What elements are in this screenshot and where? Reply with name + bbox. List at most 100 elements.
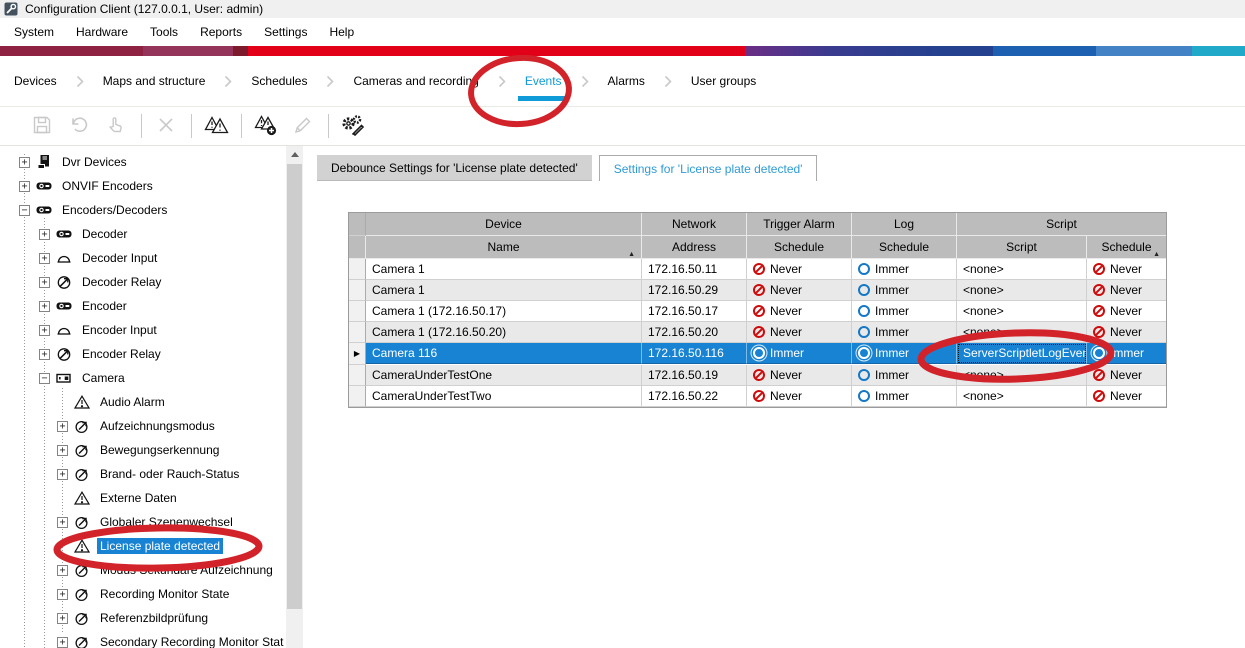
column-header-script-4[interactable]: Script bbox=[957, 236, 1087, 259]
tree-item-modus-sekund-re-aufzeichnung[interactable]: +Modus Sekundäre Aufzeichnung bbox=[0, 558, 285, 582]
cell-script-schedule[interactable]: Never bbox=[1087, 365, 1166, 386]
add-compound-event-button[interactable] bbox=[252, 112, 280, 140]
tree-item-camera[interactable]: −Camera bbox=[0, 366, 285, 390]
tree-item-decoder-relay[interactable]: +Decoder Relay bbox=[0, 270, 285, 294]
tree-item-brand-oder-rauch-status[interactable]: +Brand- oder Rauch-Status bbox=[0, 462, 285, 486]
cell-script-schedule[interactable]: Never bbox=[1087, 280, 1166, 301]
cell-script-schedule[interactable]: Never bbox=[1087, 259, 1166, 280]
column-header-name-0[interactable]: Name▲ bbox=[366, 236, 642, 259]
cell-trigger-alarm-schedule[interactable]: Never bbox=[747, 322, 852, 343]
expand-plus-icon[interactable]: + bbox=[39, 229, 50, 240]
tree-item-secondary-recording-monitor-stat[interactable]: +Secondary Recording Monitor Stat bbox=[0, 630, 285, 648]
cell-name[interactable]: Camera 116 bbox=[366, 343, 642, 364]
table-row-camera-116[interactable]: ▶Camera 116172.16.50.116ImmerImmerServer… bbox=[349, 343, 1166, 365]
tree-item-encoder-input[interactable]: +Encoder Input bbox=[0, 318, 285, 342]
cell-trigger-alarm-schedule[interactable]: Immer bbox=[747, 343, 852, 364]
cell-script[interactable]: ServerScriptletLogEvent bbox=[957, 343, 1087, 364]
edit-button[interactable] bbox=[289, 112, 317, 140]
cell-log-schedule[interactable]: Immer bbox=[852, 301, 957, 322]
table-row-camera-1-172-16-50-17[interactable]: Camera 1 (172.16.50.17)172.16.50.17Never… bbox=[349, 301, 1166, 322]
cell-trigger-alarm-schedule[interactable]: Never bbox=[747, 301, 852, 322]
menu-system[interactable]: System bbox=[3, 20, 65, 44]
menu-settings[interactable]: Settings bbox=[253, 20, 318, 44]
page-tab-maps-and-structure[interactable]: Maps and structure bbox=[103, 74, 206, 88]
row-selector[interactable] bbox=[349, 280, 366, 301]
expand-plus-icon[interactable]: + bbox=[57, 589, 68, 600]
expand-plus-icon[interactable]: + bbox=[57, 421, 68, 432]
delete-button[interactable] bbox=[152, 112, 180, 140]
table-row-camera-1-172-16-50-20[interactable]: Camera 1 (172.16.50.20)172.16.50.20Never… bbox=[349, 322, 1166, 343]
cell-name[interactable]: CameraUnderTestTwo bbox=[366, 386, 642, 407]
menu-hardware[interactable]: Hardware bbox=[65, 20, 139, 44]
cell-script-schedule[interactable]: Never bbox=[1087, 386, 1166, 407]
tree-item-encoders-decoders[interactable]: −Encoders/Decoders bbox=[0, 198, 285, 222]
cell-script-schedule[interactable]: Never bbox=[1087, 301, 1166, 322]
cell-trigger-alarm-schedule[interactable]: Never bbox=[747, 386, 852, 407]
expand-plus-icon[interactable]: + bbox=[39, 301, 50, 312]
cell-trigger-alarm-schedule[interactable]: Never bbox=[747, 365, 852, 386]
cell-name[interactable]: Camera 1 bbox=[366, 259, 642, 280]
expand-plus-icon[interactable]: + bbox=[19, 157, 30, 168]
cell-log-schedule[interactable]: Immer bbox=[852, 365, 957, 386]
tree-item-globaler-szenenwechsel[interactable]: +Globaler Szenenwechsel bbox=[0, 510, 285, 534]
page-tab-alarms[interactable]: Alarms bbox=[608, 74, 645, 88]
menu-reports[interactable]: Reports bbox=[189, 20, 253, 44]
compound-event-button[interactable] bbox=[202, 112, 230, 140]
cell-name[interactable]: Camera 1 (172.16.50.20) bbox=[366, 322, 642, 343]
tree-item-dvr-devices[interactable]: +Dvr Devices bbox=[0, 150, 285, 174]
hand-button[interactable] bbox=[102, 112, 130, 140]
cell-log-schedule[interactable]: Immer bbox=[852, 280, 957, 301]
cell-script[interactable]: <none> bbox=[957, 280, 1087, 301]
tree-item-recording-monitor-state[interactable]: +Recording Monitor State bbox=[0, 582, 285, 606]
cell-address[interactable]: 172.16.50.11 bbox=[642, 259, 747, 280]
page-tab-devices[interactable]: Devices bbox=[14, 74, 57, 88]
row-selector[interactable] bbox=[349, 365, 366, 386]
expand-plus-icon[interactable]: + bbox=[57, 565, 68, 576]
cell-script-schedule[interactable]: Never bbox=[1087, 322, 1166, 343]
tree-item-audio-alarm[interactable]: Audio Alarm bbox=[0, 390, 285, 414]
tree-item-referenzbildpr-fung[interactable]: +Referenzbildprüfung bbox=[0, 606, 285, 630]
table-row-camera-1[interactable]: Camera 1172.16.50.29NeverImmer<none>Neve… bbox=[349, 280, 1166, 301]
expand-plus-icon[interactable]: + bbox=[39, 277, 50, 288]
tree-item-decoder-input[interactable]: +Decoder Input bbox=[0, 246, 285, 270]
cell-script[interactable]: <none> bbox=[957, 365, 1087, 386]
cell-script[interactable]: <none> bbox=[957, 322, 1087, 343]
tree-item-encoder[interactable]: +Encoder bbox=[0, 294, 285, 318]
menu-tools[interactable]: Tools bbox=[139, 20, 189, 44]
table-row-camera-1[interactable]: Camera 1172.16.50.11NeverImmer<none>Neve… bbox=[349, 259, 1166, 280]
tree-item-decoder[interactable]: +Decoder bbox=[0, 222, 285, 246]
cell-name[interactable]: Camera 1 (172.16.50.17) bbox=[366, 301, 642, 322]
expand-plus-icon[interactable]: + bbox=[39, 349, 50, 360]
scrollbar-thumb[interactable] bbox=[287, 164, 302, 609]
cell-address[interactable]: 172.16.50.29 bbox=[642, 280, 747, 301]
tree-scrollbar[interactable] bbox=[286, 146, 303, 648]
column-header-schedule-3[interactable]: Schedule bbox=[852, 236, 957, 259]
cell-address[interactable]: 172.16.50.20 bbox=[642, 322, 747, 343]
tree-item-externe-daten[interactable]: Externe Daten bbox=[0, 486, 285, 510]
cell-script[interactable]: <none> bbox=[957, 301, 1087, 322]
cell-script[interactable]: <none> bbox=[957, 386, 1087, 407]
cell-name[interactable]: CameraUnderTestOne bbox=[366, 365, 642, 386]
tree-item-encoder-relay[interactable]: +Encoder Relay bbox=[0, 342, 285, 366]
tree-item-license-plate-detected[interactable]: License plate detected bbox=[0, 534, 285, 558]
cell-log-schedule[interactable]: Immer bbox=[852, 386, 957, 407]
cell-trigger-alarm-schedule[interactable]: Never bbox=[747, 280, 852, 301]
cell-address[interactable]: 172.16.50.19 bbox=[642, 365, 747, 386]
expand-plus-icon[interactable]: + bbox=[57, 613, 68, 624]
script-gears-button[interactable] bbox=[339, 112, 367, 140]
collapse-minus-icon[interactable]: − bbox=[19, 205, 30, 216]
page-tab-schedules[interactable]: Schedules bbox=[251, 74, 307, 88]
expand-plus-icon[interactable]: + bbox=[57, 445, 68, 456]
expand-plus-icon[interactable]: + bbox=[39, 253, 50, 264]
tab-settings-for-license-plate-detected[interactable]: Settings for 'License plate detected' bbox=[599, 155, 818, 181]
cell-log-schedule[interactable]: Immer bbox=[852, 322, 957, 343]
expand-plus-icon[interactable]: + bbox=[19, 181, 30, 192]
column-header-schedule-2[interactable]: Schedule bbox=[747, 236, 852, 259]
expand-plus-icon[interactable]: + bbox=[57, 517, 68, 528]
cell-script-schedule[interactable]: Immer bbox=[1087, 343, 1166, 364]
undo-button[interactable] bbox=[65, 112, 93, 140]
table-row-cameraundertesttwo[interactable]: CameraUnderTestTwo172.16.50.22NeverImmer… bbox=[349, 386, 1166, 407]
scrollbar-up-arrow-icon[interactable] bbox=[286, 146, 303, 163]
column-header-address-1[interactable]: Address bbox=[642, 236, 747, 259]
cell-trigger-alarm-schedule[interactable]: Never bbox=[747, 259, 852, 280]
